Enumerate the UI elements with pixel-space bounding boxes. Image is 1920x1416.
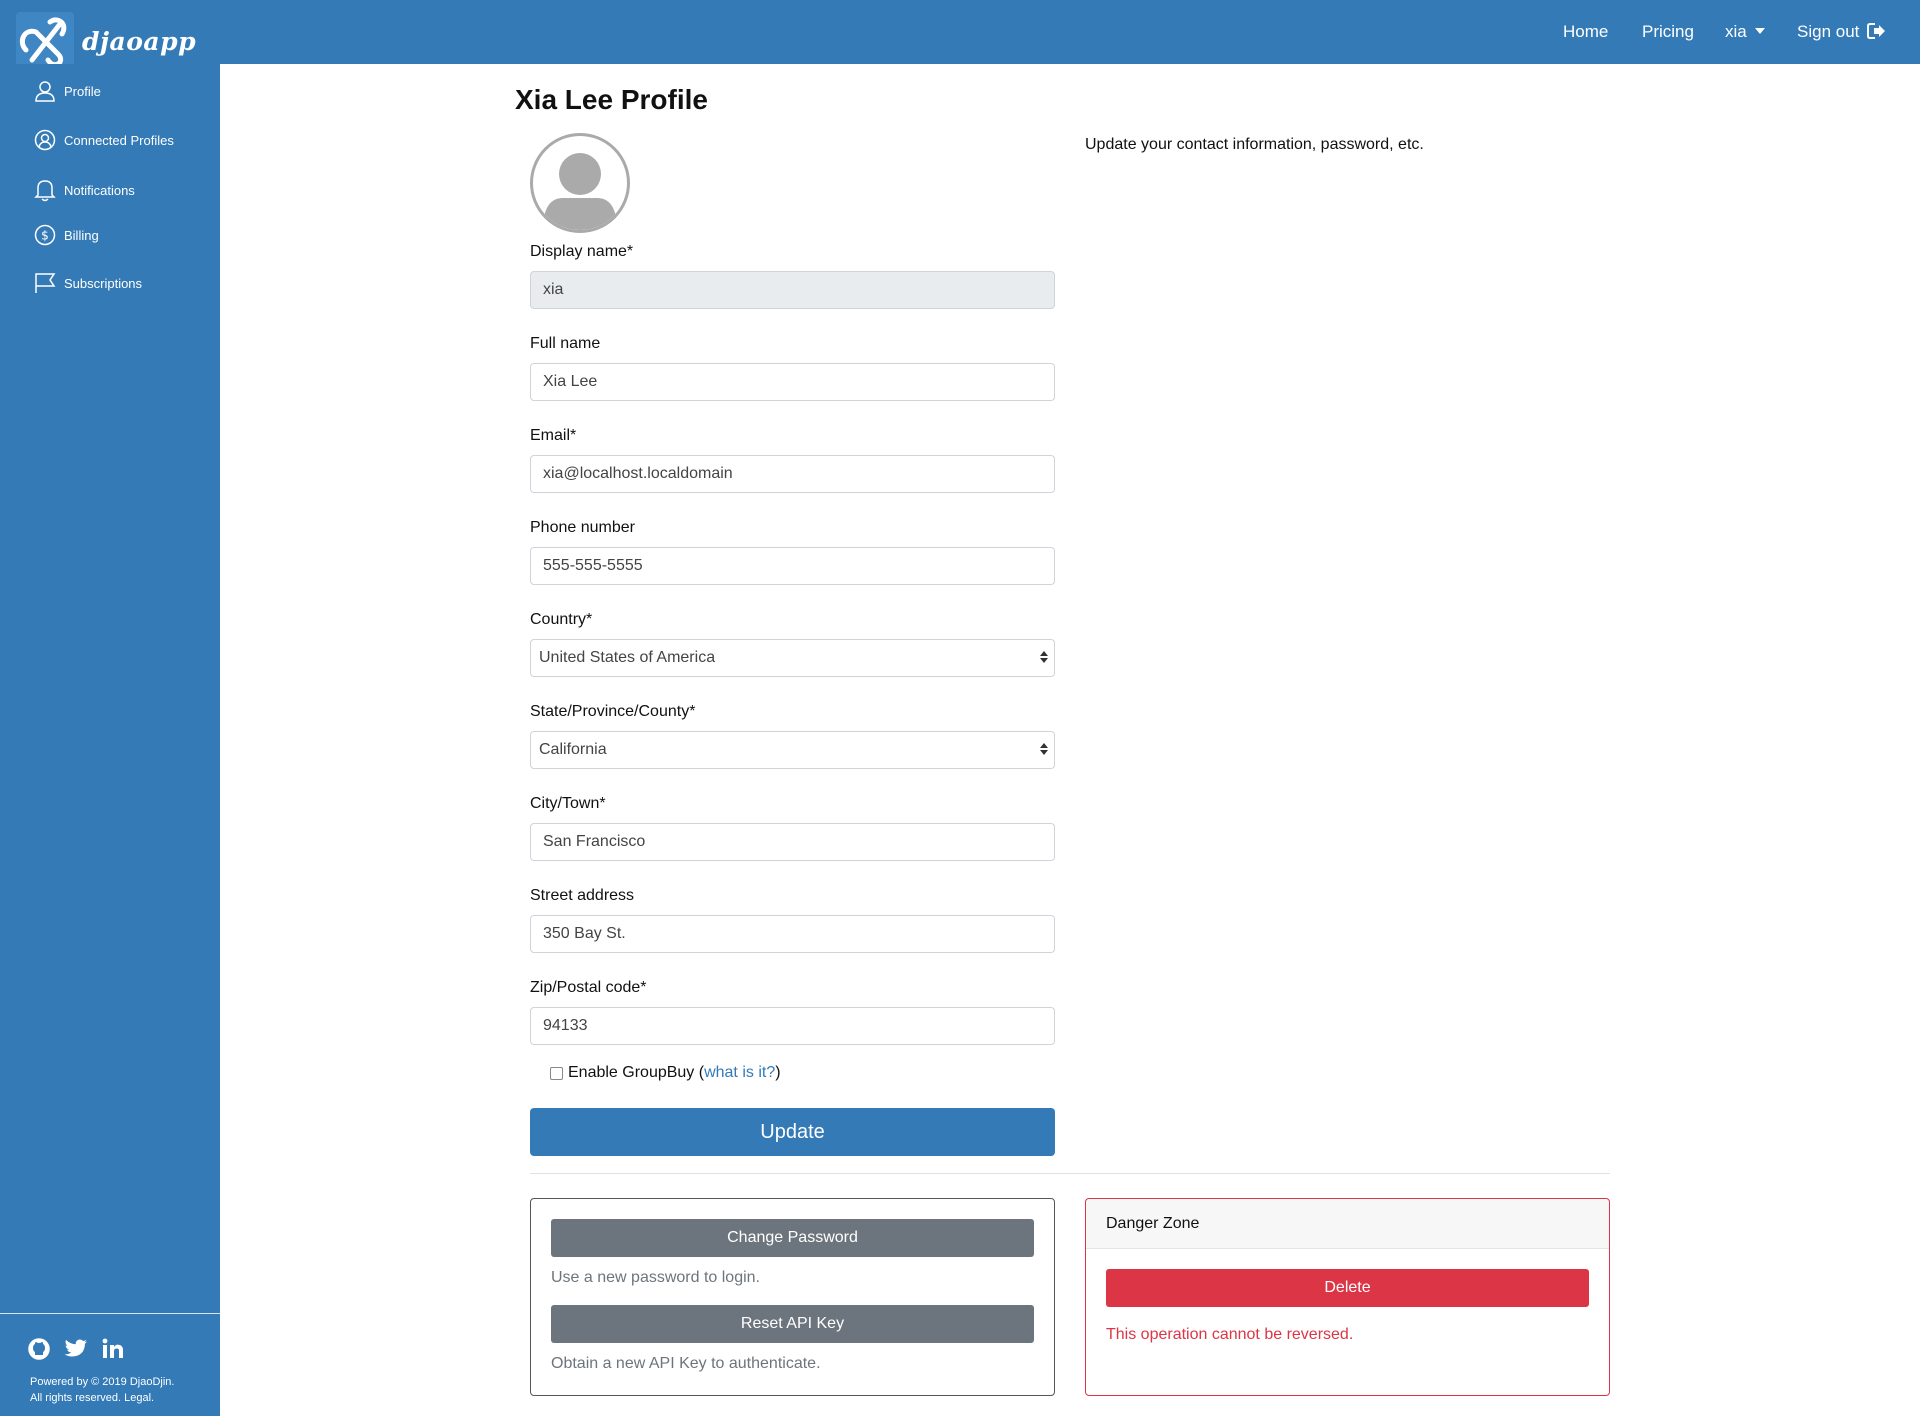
bell-icon [34,180,56,202]
sidebar-item-profile[interactable]: Profile [34,80,101,102]
sidebar-item-label: Profile [64,83,101,99]
phone-label: Phone number [530,519,635,536]
region-selected-value: California [539,741,607,758]
user-circle-icon [34,129,56,151]
sidebar: Profile Connected Profiles Notifications… [0,64,220,1416]
reset-api-key-button[interactable]: Reset API Key [551,1305,1034,1343]
page-title: Xia Lee Profile [515,84,708,115]
sidebar-footer: Powered by © 2019 DjaoDjin. All rights r… [30,1374,174,1406]
sidebar-item-label: Notifications [64,182,135,198]
user-icon [35,81,55,102]
top-navbar: djaoapp Home Pricing xia Sign out [0,0,1920,70]
sidebar-item-label: Billing [64,227,99,243]
github-icon[interactable] [28,1338,50,1360]
user-menu-dropdown[interactable]: xia [1725,22,1765,42]
sidebar-item-label: Connected Profiles [64,132,174,148]
country-label: Country* [530,611,593,628]
svg-text:$: $ [41,229,49,243]
groupbuy-checkbox[interactable] [550,1066,563,1080]
sidebar-item-billing[interactable]: $ Billing [34,224,99,246]
display-name-label: Display name* [530,243,634,260]
change-password-button[interactable]: Change Password [551,1219,1034,1257]
city-field[interactable] [530,823,1055,861]
section-divider [530,1173,1610,1174]
country-select[interactable]: United States of America [530,639,1055,677]
change-password-help: Use a new password to login. [551,1269,760,1286]
region-select[interactable]: California [530,731,1055,769]
delete-button[interactable]: Delete [1106,1269,1589,1307]
danger-zone-title: Danger Zone [1086,1199,1609,1249]
groupbuy-label: Enable GroupBuy ( [568,1064,705,1081]
region-label: State/Province/County* [530,703,696,720]
city-label: City/Town* [530,795,606,812]
select-arrows-icon [1040,743,1048,755]
sidebar-divider [0,1313,220,1314]
dollar-circle-icon: $ [34,224,56,246]
nav-home-link[interactable]: Home [1563,22,1608,42]
email-label: Email* [530,427,577,444]
footer-copyright: Powered by © 2019 DjaoDjin. [30,1376,175,1388]
user-menu-label: xia [1725,22,1747,41]
groupbuy-option: Enable GroupBuy (what is it?) [550,1064,781,1082]
country-selected-value: United States of America [539,649,716,666]
signout-label: Sign out [1797,22,1860,41]
signout-link[interactable]: Sign out [1797,22,1887,42]
groupbuy-info-link[interactable]: what is it? [704,1064,775,1082]
brand[interactable]: djaoapp [14,10,196,72]
account-security-card: Change Password Use a new password to lo… [530,1198,1055,1396]
linkedin-icon[interactable] [102,1338,124,1360]
avatar[interactable] [530,133,630,233]
sign-out-icon [1867,23,1886,39]
nav-pricing-link[interactable]: Pricing [1642,22,1694,42]
email-field[interactable] [530,455,1055,493]
twitter-icon[interactable] [64,1339,88,1359]
zip-label: Zip/Postal code* [530,979,647,996]
sidebar-item-subscriptions[interactable]: Subscriptions [34,272,142,294]
zip-field[interactable] [530,1007,1055,1045]
caret-down-icon [1754,28,1765,34]
flag-icon [35,273,56,293]
sidebar-item-connected-profiles[interactable]: Connected Profiles [34,129,174,151]
display-name-field[interactable] [530,271,1055,309]
djaoapp-logo-icon [16,12,74,70]
sidebar-item-label: Subscriptions [64,275,143,291]
phone-field[interactable] [530,547,1055,585]
update-button[interactable]: Update [530,1108,1055,1156]
brand-name: djaoapp [82,26,197,56]
social-links [28,1338,124,1360]
page-subtitle: Update your contact information, passwor… [1085,136,1424,153]
full-name-field[interactable] [530,363,1055,401]
street-label: Street address [530,887,635,904]
reset-api-key-help: Obtain a new API Key to authenticate. [551,1355,821,1372]
danger-warning: This operation cannot be reversed. [1106,1326,1354,1343]
footer-rights[interactable]: All rights reserved. Legal. [30,1390,174,1406]
groupbuy-label-close: ) [775,1064,781,1081]
select-arrows-icon [1040,651,1048,663]
street-field[interactable] [530,915,1055,953]
danger-zone-card: Danger Zone Delete This operation cannot… [1085,1198,1610,1396]
sidebar-item-notifications[interactable]: Notifications [34,178,135,202]
full-name-label: Full name [530,335,601,352]
user-avatar-icon [543,153,617,230]
